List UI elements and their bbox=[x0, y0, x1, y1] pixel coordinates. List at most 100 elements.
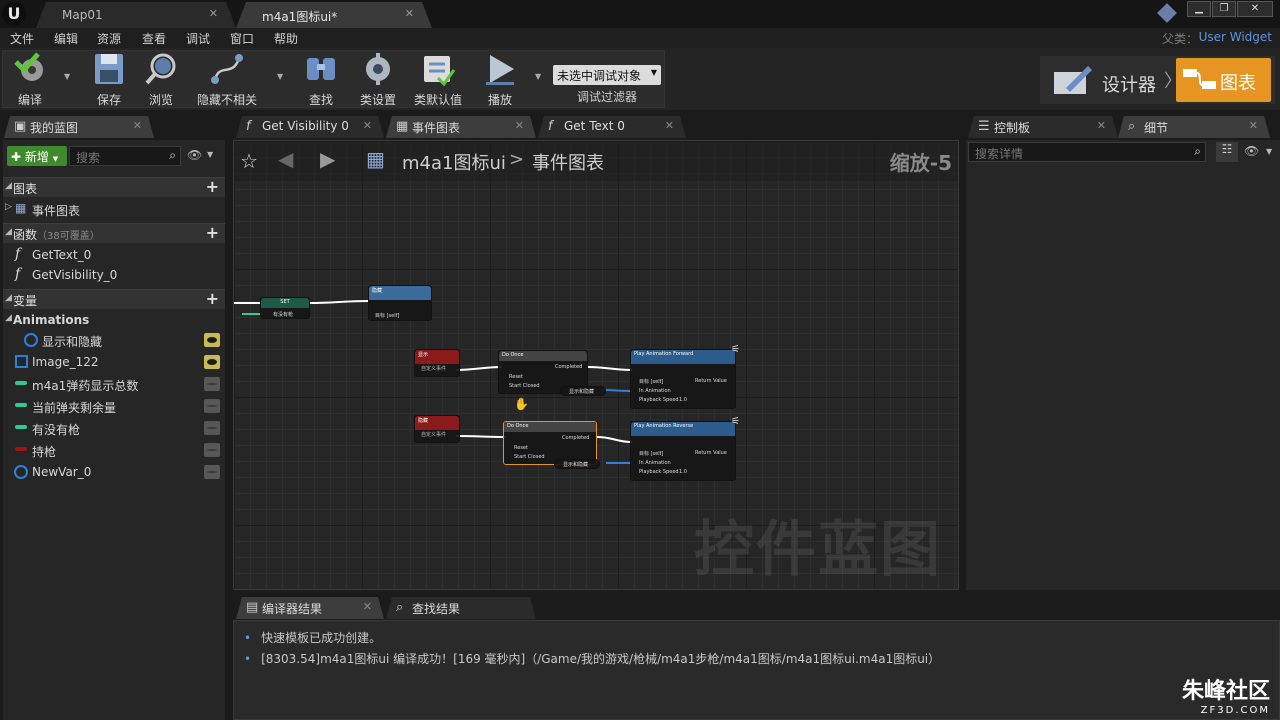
save-button[interactable]: 保存 bbox=[79, 52, 139, 107]
list-view-icon[interactable]: ☷ bbox=[1216, 142, 1238, 162]
class-defaults-button[interactable]: 类默认值 bbox=[408, 52, 468, 107]
unreal-logo-icon: U bbox=[2, 2, 26, 26]
close-icon[interactable]: ✕ bbox=[363, 119, 372, 132]
target-pin: 目标 [self] bbox=[375, 313, 400, 319]
add-new-button[interactable]: ✚ 新增 ▼ bbox=[7, 146, 67, 166]
close-icon[interactable]: ✕ bbox=[1249, 119, 1258, 132]
hide-function-node[interactable]: 隐藏 目标 [self] bbox=[368, 285, 432, 321]
search-input[interactable]: 搜索 ⌕ bbox=[69, 146, 181, 166]
section-graphs[interactable]: ◢ 图表 + bbox=[3, 177, 225, 197]
variable-item[interactable]: m4a1弹药显示总数 bbox=[3, 374, 225, 395]
function-item[interactable]: f GetText_0 bbox=[3, 245, 225, 266]
add-graph-icon[interactable]: + bbox=[206, 177, 219, 196]
close-icon[interactable]: ✕ bbox=[405, 7, 414, 20]
chevron-down-icon[interactable]: ▼ bbox=[1266, 147, 1272, 156]
variable-item[interactable]: 当前弹夹剩余量 bbox=[3, 396, 225, 417]
doc-tab-widget[interactable]: m4a1图标ui* ✕ bbox=[236, 2, 432, 28]
hide-unrelated-options-icon[interactable]: ▼ bbox=[277, 72, 287, 81]
collapse-icon: ◢ bbox=[5, 313, 12, 323]
tab-my-blueprint[interactable]: ▣ 我的蓝图 ✕ bbox=[4, 116, 154, 138]
variable-item[interactable]: 持枪 bbox=[3, 440, 225, 461]
section-variables[interactable]: ◢ 变量 + bbox=[3, 289, 225, 309]
menu-view[interactable]: 查看 bbox=[142, 30, 166, 47]
menu-asset[interactable]: 资源 bbox=[97, 30, 121, 47]
play-options-icon[interactable]: ▼ bbox=[535, 72, 545, 81]
close-icon[interactable]: ✕ bbox=[515, 119, 524, 132]
class-settings-icon bbox=[366, 53, 390, 85]
menu-debug[interactable]: 调试 bbox=[186, 30, 210, 47]
variable-item[interactable]: Image_122 bbox=[3, 352, 225, 373]
tab-event-graph[interactable]: ▦ 事件图表 ✕ bbox=[386, 116, 536, 138]
menu-help[interactable]: 帮助 bbox=[274, 30, 298, 47]
anim-ref-node[interactable]: 显示和隐藏 bbox=[560, 386, 606, 396]
section-functions-label: 函数（38可覆盖） bbox=[13, 226, 100, 243]
category-animations[interactable]: ◢ Animations bbox=[3, 310, 225, 330]
close-icon[interactable]: ✕ bbox=[133, 119, 142, 132]
menu-window[interactable]: 窗口 bbox=[230, 30, 254, 47]
chevron-down-icon[interactable]: ▼ bbox=[207, 150, 213, 159]
node-options-icon[interactable]: ⚟ bbox=[731, 416, 740, 427]
playback-speed-value[interactable]: 1.0 bbox=[679, 397, 687, 403]
find-button[interactable]: 查找 bbox=[291, 52, 351, 107]
browse-label: 浏览 bbox=[148, 93, 173, 107]
debug-filter-label: 调试过滤器 bbox=[577, 90, 638, 104]
hide-event-node[interactable]: 隐藏 自定义事件 bbox=[414, 415, 460, 443]
eye-closed-icon[interactable] bbox=[204, 465, 220, 479]
play-button[interactable]: 播放 bbox=[470, 52, 530, 107]
variable-item[interactable]: 显示和隐藏 bbox=[3, 330, 225, 351]
eye-icon[interactable] bbox=[204, 355, 220, 369]
view-options-icon[interactable]: 👁 bbox=[187, 148, 202, 162]
add-function-icon[interactable]: + bbox=[206, 223, 219, 242]
close-icon[interactable]: ✕ bbox=[665, 119, 674, 132]
show-event-node[interactable]: 显示 自定义事件 bbox=[414, 349, 460, 377]
window-close-button[interactable]: ✕ bbox=[1237, 1, 1273, 17]
tab-find-results[interactable]: ⌕ 查找结果 bbox=[386, 597, 536, 619]
eye-icon[interactable] bbox=[204, 333, 220, 347]
restore-button[interactable]: ❐ bbox=[1212, 1, 1236, 17]
menu-file[interactable]: 文件 bbox=[10, 30, 34, 47]
tab-get-visibility[interactable]: f Get Visibility 0 ✕ bbox=[236, 116, 384, 138]
minimize-button[interactable]: ▁ bbox=[1187, 1, 1211, 17]
browse-button[interactable]: 浏览 bbox=[131, 52, 191, 107]
close-icon[interactable]: ✕ bbox=[1097, 119, 1106, 132]
close-icon[interactable]: ✕ bbox=[363, 600, 372, 613]
eye-icon[interactable]: 👁 bbox=[1244, 144, 1259, 158]
tab-palette[interactable]: ☰ 控制板 ✕ bbox=[968, 116, 1118, 138]
tab-compiler-results[interactable]: ▤ 编译器结果 ✕ bbox=[236, 597, 384, 619]
eye-closed-icon[interactable] bbox=[204, 377, 220, 391]
node-options-icon[interactable]: ⚟ bbox=[731, 344, 740, 355]
add-variable-icon[interactable]: + bbox=[206, 289, 219, 308]
doc-tab-map01[interactable]: Map01 ✕ bbox=[36, 2, 236, 28]
hide-unrelated-button[interactable]: 隐藏不相关 bbox=[197, 52, 257, 107]
set-node[interactable]: SET 有没有枪 bbox=[260, 297, 310, 319]
expand-icon[interactable]: ▷ bbox=[5, 202, 12, 212]
graph-mode-button[interactable]: 图表 bbox=[1176, 58, 1271, 102]
playback-speed-value[interactable]: 1.0 bbox=[679, 469, 687, 475]
close-icon[interactable]: ✕ bbox=[209, 7, 218, 20]
designer-mode-button[interactable]: 设计器 bbox=[1048, 62, 1168, 98]
event-graph-item[interactable]: ▷ ▦ 事件图表 bbox=[3, 199, 225, 220]
completed-pin: Completed bbox=[555, 364, 583, 370]
function-item[interactable]: f GetVisibility_0 bbox=[3, 265, 225, 286]
variable-item[interactable]: NewVar_0 bbox=[3, 462, 225, 483]
compile-button[interactable]: 编译 bbox=[0, 52, 60, 107]
eye-closed-icon[interactable] bbox=[204, 421, 220, 435]
anim-ref-node[interactable]: 显示和隐藏 bbox=[554, 459, 600, 469]
tab-details[interactable]: ⌕ 细节 ✕ bbox=[1118, 116, 1270, 138]
debug-object-select[interactable]: 未选中调试对象 ▼ bbox=[553, 65, 661, 85]
source-control-icon[interactable] bbox=[1157, 3, 1177, 23]
event-graph-canvas[interactable]: ☆ ◀ ▶ ▦ m4a1图标ui > 事件图表 缩放-5 控件蓝图 SET 有没… bbox=[233, 140, 959, 590]
eye-closed-icon[interactable] bbox=[204, 399, 220, 413]
variable-item[interactable]: 有没有枪 bbox=[3, 418, 225, 439]
target-pin: 目标 [self] bbox=[639, 451, 664, 457]
menu-edit[interactable]: 编辑 bbox=[54, 30, 78, 47]
play-animation-forward-node[interactable]: Play Animation Forward 目标 [self] Return … bbox=[630, 349, 736, 409]
eye-closed-icon[interactable] bbox=[204, 443, 220, 457]
compile-options-icon[interactable]: ▼ bbox=[64, 72, 74, 81]
tab-get-text[interactable]: f Get Text 0 ✕ bbox=[538, 116, 686, 138]
details-search-input[interactable]: 搜索详情 ⌕ bbox=[968, 142, 1206, 162]
parent-class-link[interactable]: User Widget bbox=[1199, 30, 1272, 44]
play-animation-reverse-node[interactable]: Play Animation Reverse 目标 [self] Return … bbox=[630, 421, 736, 481]
class-settings-button[interactable]: 类设置 bbox=[348, 52, 408, 107]
section-functions[interactable]: ◢ 函数（38可覆盖） + bbox=[3, 223, 225, 243]
